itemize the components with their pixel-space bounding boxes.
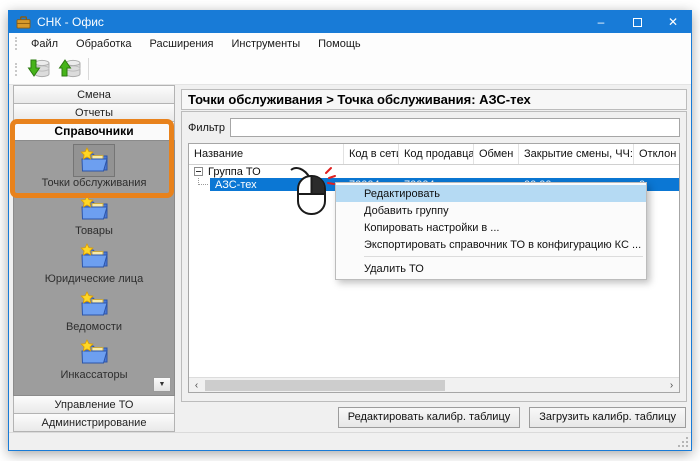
edit-calibration-table-button[interactable]: Редактировать калибр. таблицу xyxy=(338,407,521,428)
sidebar-scroll-down-button[interactable]: ▼ xyxy=(153,377,171,392)
sidebar-item-inkassatory[interactable]: Инкассаторы xyxy=(14,336,174,384)
tree-connector xyxy=(189,178,210,191)
folder-star-icon xyxy=(73,192,115,225)
context-menu-item-copy-settings[interactable]: Копировать настройки в ... xyxy=(336,219,646,236)
folder-star-icon xyxy=(73,288,115,321)
mouse-icon xyxy=(289,161,339,221)
context-menu: Редактировать Добавить группу Копировать… xyxy=(335,182,647,280)
context-menu-separator xyxy=(364,256,643,257)
sidebar-item-vedomosti[interactable]: Ведомости xyxy=(14,288,174,336)
title-bar: СНК - Офис – ✕ xyxy=(9,11,691,33)
sidebar-icon-panel: Точки обслуживания Товары xyxy=(13,140,175,396)
toolstrip-gripper xyxy=(15,37,17,50)
folder-star-icon xyxy=(73,336,115,369)
menu-bar: Файл Обработка Расширения Инструменты По… xyxy=(9,33,691,54)
footer-buttons: Редактировать калибр. таблицу Загрузить … xyxy=(181,402,687,432)
context-menu-item-export[interactable]: Экспортировать справочник ТО в конфигура… xyxy=(336,236,646,253)
breadcrumb: Точки обслуживания > Точка обслуживания:… xyxy=(181,89,687,110)
sidebar-item-otchety[interactable]: Отчеты xyxy=(13,103,175,122)
app-window: СНК - Офис – ✕ Файл Обработка Расширения… xyxy=(8,10,692,451)
load-calibration-table-button[interactable]: Загрузить калибр. таблицу xyxy=(529,407,686,428)
sidebar-section-spravochniki[interactable]: Справочники xyxy=(13,121,175,141)
database-download-icon xyxy=(26,57,50,81)
resize-grip-icon[interactable] xyxy=(678,437,689,448)
maximize-icon xyxy=(633,18,642,27)
column-header-deviation[interactable]: Отклон xyxy=(634,144,679,164)
status-bar xyxy=(9,432,691,450)
menu-extensions[interactable]: Расширения xyxy=(141,33,223,54)
sidebar-item-label: Точки обслуживания xyxy=(42,177,147,189)
menu-tools[interactable]: Инструменты xyxy=(223,33,310,54)
context-menu-item-add-group[interactable]: Добавить группу xyxy=(336,202,646,219)
sidebar-item-goods[interactable]: Товары xyxy=(14,192,174,240)
filter-row: Фильтр xyxy=(188,118,680,137)
toolbar-separator xyxy=(88,58,89,80)
tool-bar xyxy=(9,54,691,85)
menu-file[interactable]: Файл xyxy=(22,33,67,54)
column-header-shift-close[interactable]: Закрытие смены, ЧЧ:М... xyxy=(519,144,634,164)
tree-group-row[interactable]: Группа ТО xyxy=(189,165,679,178)
database-upload-button[interactable] xyxy=(54,56,83,83)
sidebar-item-label: Инкассаторы xyxy=(60,369,127,381)
chevron-down-icon: ▼ xyxy=(159,381,166,388)
mouse-right-click-illustration xyxy=(289,161,339,226)
filter-input[interactable] xyxy=(230,118,680,137)
briefcase-app-icon xyxy=(16,16,31,29)
folder-star-icon xyxy=(73,144,115,177)
sidebar-item-label: Ведомости xyxy=(66,321,122,333)
menu-help[interactable]: Помощь xyxy=(309,33,370,54)
sidebar-item-smena[interactable]: Смена xyxy=(13,85,175,104)
filter-label: Фильтр xyxy=(188,122,225,134)
group-label: Группа ТО xyxy=(208,166,261,178)
column-header-seller-code[interactable]: Код продавца xyxy=(399,144,474,164)
column-header-exchange[interactable]: Обмен xyxy=(474,144,519,164)
minimize-button[interactable]: – xyxy=(583,11,619,33)
sidebar-item-label: Товары xyxy=(75,225,113,237)
menu-processing[interactable]: Обработка xyxy=(67,33,140,54)
window-title: СНК - Офис xyxy=(37,15,104,29)
scroll-left-icon[interactable]: ‹ xyxy=(189,378,204,393)
sidebar-item-upravlenie-to[interactable]: Управление ТО xyxy=(13,395,175,414)
database-download-button[interactable] xyxy=(23,56,52,83)
scrollbar-thumb[interactable] xyxy=(205,380,445,391)
context-menu-item-edit[interactable]: Редактировать xyxy=(336,185,646,202)
close-button[interactable]: ✕ xyxy=(655,11,691,33)
window-controls: – ✕ xyxy=(583,11,691,33)
collapse-icon[interactable] xyxy=(194,167,203,176)
sidebar-item-legal-entities[interactable]: Юридические лица xyxy=(14,240,174,288)
scroll-right-icon[interactable]: › xyxy=(664,378,679,393)
table-header-row: Название Код в сети Код продавца Обмен З… xyxy=(189,144,679,165)
column-header-net-code[interactable]: Код в сети xyxy=(344,144,399,164)
folder-star-icon xyxy=(73,240,115,273)
horizontal-scrollbar[interactable]: ‹ › xyxy=(189,377,679,392)
database-upload-icon xyxy=(57,57,81,81)
maximize-button[interactable] xyxy=(619,11,655,33)
sidebar-item-administrirovanie[interactable]: Администрирование xyxy=(13,413,175,432)
sidebar-item-service-points[interactable]: Точки обслуживания xyxy=(14,144,174,192)
sidebar: Смена Отчеты Справочники Точки обслужива… xyxy=(13,85,175,432)
sidebar-item-label: Юридические лица xyxy=(45,273,143,285)
toolstrip-gripper xyxy=(15,63,17,76)
context-menu-item-delete[interactable]: Удалить ТО xyxy=(336,260,646,277)
